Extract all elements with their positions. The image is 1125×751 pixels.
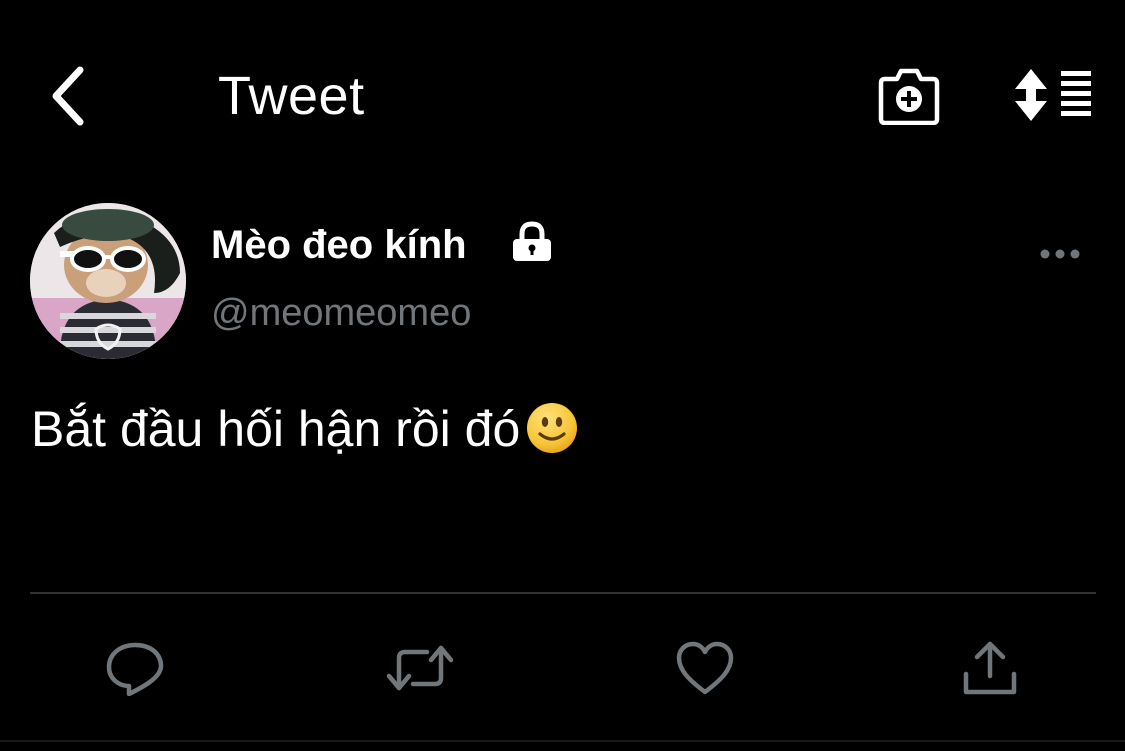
share-icon (963, 641, 1017, 695)
author-handle[interactable]: @meomeomeo (211, 290, 471, 336)
avatar[interactable] (30, 203, 186, 359)
author-display-name[interactable]: Mèo đeo kính (211, 220, 467, 270)
divider (30, 592, 1096, 594)
avatar-cat-image (30, 203, 186, 359)
retweet-icon (386, 645, 454, 691)
more-horizontal-icon (1040, 249, 1080, 259)
sort-list-icon (1015, 69, 1091, 121)
retweet-button[interactable] (380, 630, 460, 706)
camera-button[interactable] (872, 60, 946, 130)
reply-button[interactable] (95, 630, 175, 706)
tweet-text: Bắt đầu hối hận rồi đó (31, 398, 578, 468)
bottom-edge-line (0, 740, 1125, 742)
reply-icon (106, 642, 164, 696)
back-button[interactable] (36, 58, 100, 134)
tweet-text-content: Bắt đầu hối hận rồi đó (31, 401, 521, 457)
like-button[interactable] (665, 630, 745, 706)
slightly-smiling-face-emoji (526, 402, 578, 468)
heart-icon (676, 641, 734, 695)
lock-icon (509, 219, 555, 265)
chevron-left-icon (52, 66, 84, 126)
page-title: Tweet (218, 66, 365, 126)
share-button[interactable] (950, 630, 1030, 706)
sort-button[interactable] (1008, 60, 1098, 130)
more-options-button[interactable] (1034, 234, 1086, 274)
camera-add-icon (878, 68, 940, 125)
